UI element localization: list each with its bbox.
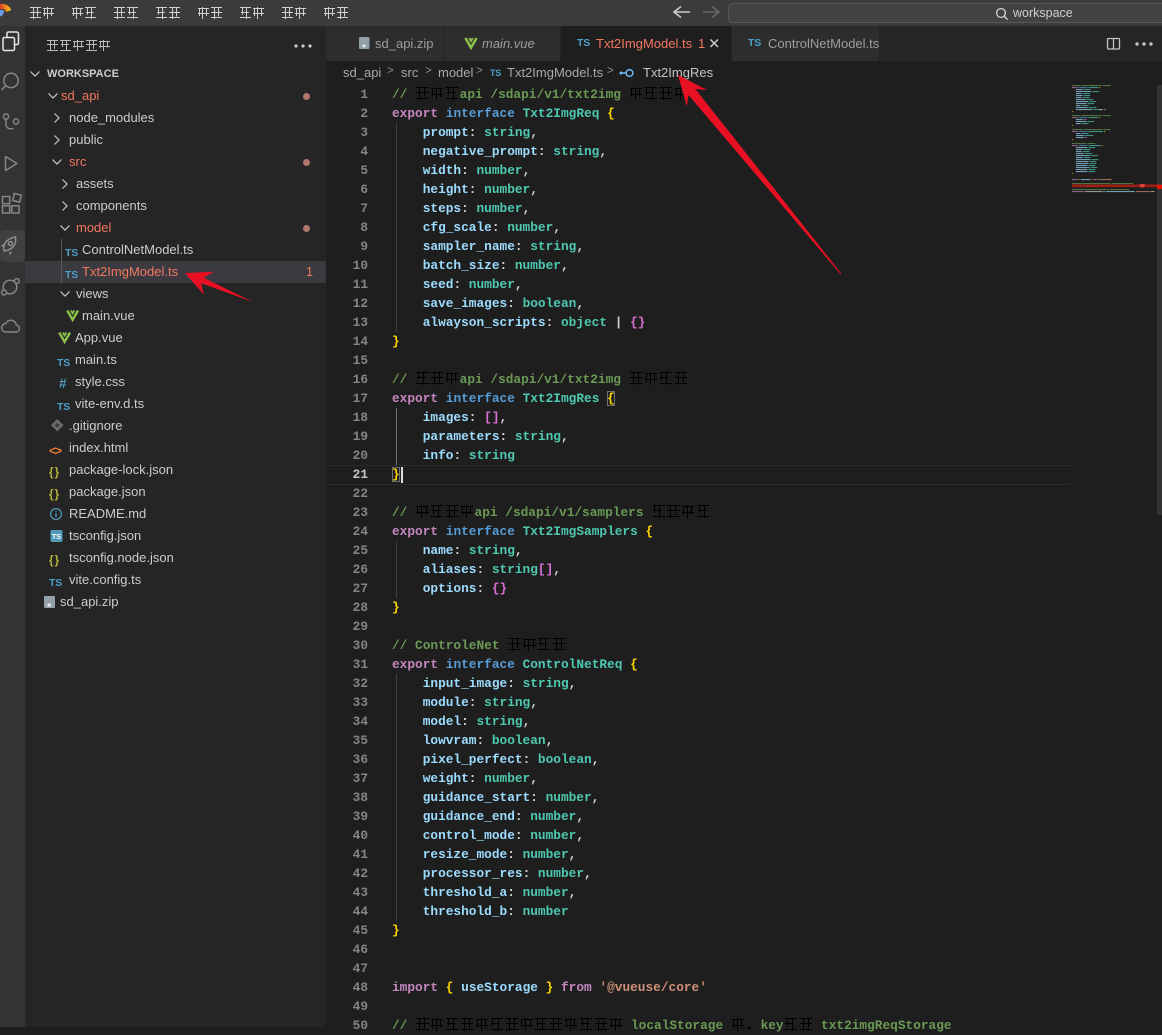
svg-text:TS: TS bbox=[52, 532, 62, 541]
